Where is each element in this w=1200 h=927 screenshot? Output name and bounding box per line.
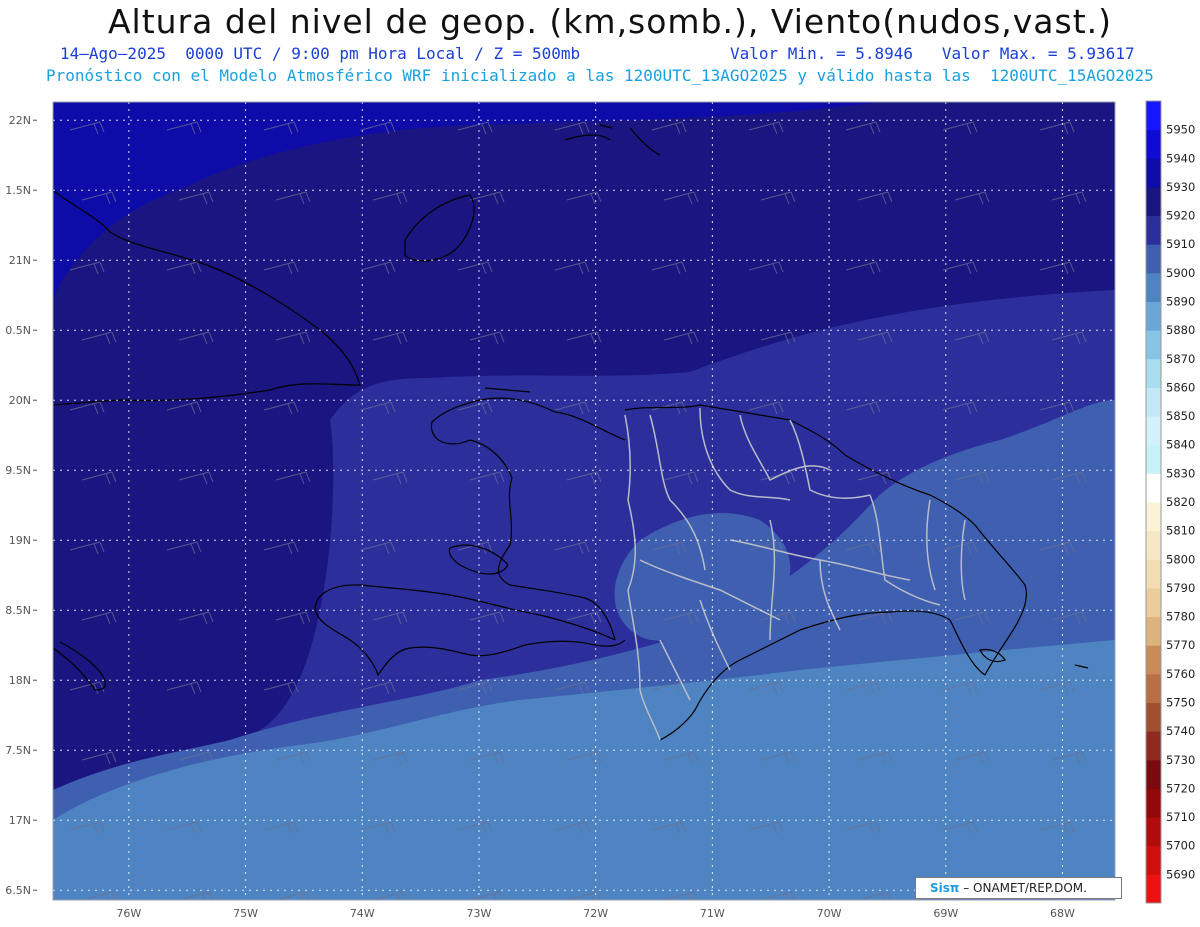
- credit-box: Sisπ – ONAMET/REP.DOM.: [915, 877, 1122, 899]
- colorbar-swatch: [1146, 358, 1161, 388]
- lat-label: 8.5N: [5, 604, 31, 617]
- colorbar-swatch: [1146, 645, 1161, 675]
- colorbar-label: 5690: [1166, 867, 1195, 881]
- colorbar-swatch: [1146, 186, 1161, 217]
- colorbar-label: 5880: [1166, 323, 1195, 337]
- colorbar-label: 5900: [1166, 266, 1195, 280]
- colorbar-swatch: [1146, 702, 1161, 732]
- colorbar-swatch: [1146, 788, 1161, 818]
- colorbar-label: 5780: [1166, 610, 1195, 624]
- colorbar-swatch: [1146, 731, 1161, 761]
- lat-label: 18N: [9, 674, 31, 687]
- colorbar-swatch: [1146, 101, 1161, 131]
- colorbar: 5690 5700 5710 5720 5730 5740 5750 5760 5770 5780…: [1145, 100, 1195, 904]
- colorbar-swatch: [1146, 673, 1161, 703]
- colorbar-label: 5910: [1166, 237, 1195, 251]
- colorbar-label: 5860: [1166, 380, 1195, 394]
- lon-label: 73W: [467, 907, 492, 920]
- colorbar-label: 5920: [1166, 209, 1195, 223]
- lon-label: 71W: [700, 907, 725, 920]
- colorbar-swatch: [1146, 559, 1161, 589]
- colorbar-swatch: [1146, 272, 1161, 302]
- datetime-line: 14–Ago–2025 0000 UTC / 9:00 pm Hora Loca…: [60, 44, 581, 63]
- colorbar-label: 5940: [1166, 151, 1195, 165]
- lon-label: 74W: [350, 907, 375, 920]
- credit-text: – ONAMET/REP.DOM.: [963, 881, 1087, 895]
- colorbar-swatch: [1146, 845, 1161, 875]
- colorbar-label: 5770: [1166, 638, 1195, 652]
- lon-label: 75W: [233, 907, 258, 920]
- colorbar-label: 5790: [1166, 581, 1195, 595]
- geopotential-shading: [53, 102, 1115, 900]
- colorbar-label: 5720: [1166, 781, 1195, 795]
- colorbar-swatch: [1146, 215, 1161, 245]
- colorbar-swatch: [1146, 301, 1161, 331]
- model-info-line: Pronóstico con el Modelo Atmosférico WRF…: [46, 66, 1154, 85]
- sispi-logo: Sisπ: [930, 881, 960, 895]
- colorbar-swatch: [1146, 502, 1161, 532]
- lat-label: 0.5N: [5, 324, 31, 337]
- colorbar-swatch: [1146, 444, 1161, 474]
- colorbar-label: 5850: [1166, 409, 1195, 423]
- colorbar-swatch: [1146, 416, 1161, 446]
- colorbar-swatch: [1146, 330, 1161, 360]
- colorbar-label: 5740: [1166, 724, 1195, 738]
- lat-label: 9.5N: [5, 464, 31, 477]
- colorbar-swatch: [1146, 244, 1161, 274]
- lat-label: 19N: [9, 534, 31, 547]
- colorbar-label: 5830: [1166, 466, 1195, 480]
- colorbar-label: 5840: [1166, 438, 1195, 452]
- colorbar-swatch: [1146, 158, 1161, 188]
- lon-label: 69W: [933, 907, 958, 920]
- lat-label: 21N: [9, 254, 31, 267]
- colorbar-label: 5760: [1166, 667, 1195, 681]
- lon-label: 70W: [817, 907, 842, 920]
- lon-label: 72W: [583, 907, 608, 920]
- colorbar-swatch: [1146, 387, 1161, 417]
- colorbar-label: 5870: [1166, 352, 1195, 366]
- lat-label: 22N: [9, 114, 31, 127]
- colorbar-label: 5810: [1166, 524, 1195, 538]
- lat-label: 7.5N: [5, 744, 31, 757]
- colorbar-label: 5930: [1166, 180, 1195, 194]
- longitude-axis: 76W 75W 74W 73W 72W 71W 70W 69W 68W: [116, 907, 1075, 920]
- colorbar-label: 5750: [1166, 696, 1195, 710]
- lat-label: 17N: [9, 814, 31, 827]
- colorbar-swatch: [1146, 530, 1161, 560]
- lat-label: 6.5N: [5, 884, 31, 897]
- colorbar-swatch: [1146, 616, 1161, 646]
- lon-label: 76W: [116, 907, 141, 920]
- colorbar-swatch: [1146, 759, 1161, 789]
- forecast-map: 22N 1.5N 21N 0.5N 20N 9.5N 19N 8.5N 18N 7.5N 17N 6.…: [5, 100, 1195, 920]
- lon-label: 68W: [1050, 907, 1075, 920]
- colorbar-swatch: [1146, 473, 1161, 503]
- colorbar-swatch: [1146, 587, 1161, 618]
- colorbar-label: 5820: [1166, 495, 1195, 509]
- lat-label: 1.5N: [5, 184, 31, 197]
- colorbar-label: 5890: [1166, 295, 1195, 309]
- colorbar-label: 5800: [1166, 552, 1195, 566]
- colorbar-label: 5730: [1166, 753, 1195, 767]
- colorbar-label: 5950: [1166, 123, 1195, 137]
- latitude-axis: 22N 1.5N 21N 0.5N 20N 9.5N 19N 8.5N 18N 7.5N 17N 6.…: [5, 114, 37, 897]
- map-title: Altura del nivel de geop. (km,somb.), Vi…: [107, 2, 1113, 41]
- colorbar-swatch: [1146, 817, 1161, 847]
- lat-label: 20N: [9, 394, 31, 407]
- colorbar-swatch: [1146, 874, 1161, 904]
- colorbar-label: 5710: [1166, 810, 1195, 824]
- colorbar-label: 5700: [1166, 839, 1195, 853]
- min-max-line: Valor Min. = 5.8946 Valor Max. = 5.93617: [730, 44, 1135, 63]
- colorbar-swatch: [1146, 129, 1161, 159]
